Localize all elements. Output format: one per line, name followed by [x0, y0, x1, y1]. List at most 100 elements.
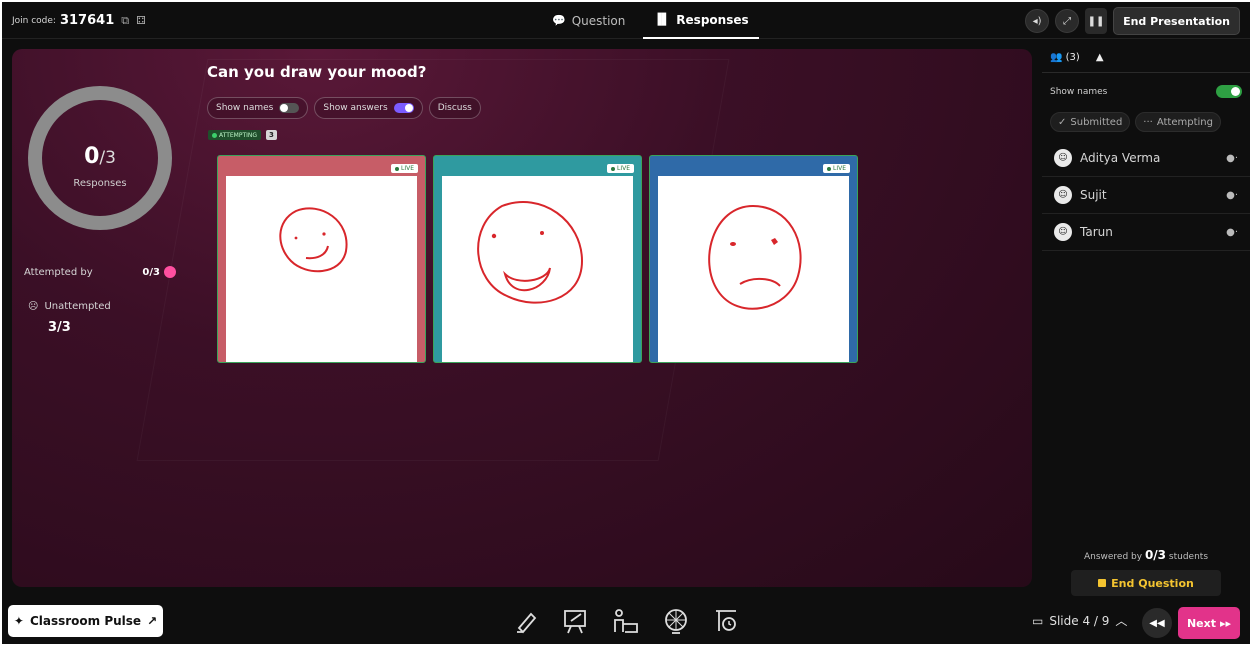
volume-icon: ◂)	[1032, 15, 1042, 27]
status-tags: ATTEMPTING 3	[208, 130, 277, 140]
student-row[interactable]: ☺ Aditya Verma ●·	[1042, 140, 1250, 177]
live-badge-label: LIVE	[616, 165, 630, 172]
whiteboard-tool[interactable]	[557, 605, 595, 637]
avatar: ☺	[1054, 223, 1072, 241]
sparkle-icon: ✦	[13, 614, 24, 628]
unattempted-value: 3/3	[48, 320, 71, 335]
classroom-pulse-label: Classroom Pulse	[29, 614, 142, 628]
tab-question-label: Question	[571, 13, 626, 28]
tab-responses-label: Responses	[676, 12, 749, 27]
join-code-value: 317641	[59, 13, 115, 28]
question-title: Can you draw your mood?	[207, 63, 427, 81]
response-options: Show names Show answers Discuss	[207, 97, 481, 119]
avatar: ☺	[1054, 186, 1072, 204]
attempted-label: Attempted by	[24, 266, 93, 278]
users-icon: 👥	[1050, 52, 1063, 63]
drawing-canvas	[226, 176, 417, 362]
students-panel: 👥 (3) ▲ Show names ✓ Submitted ··· Attempt…	[1042, 42, 1250, 600]
previous-slide-button[interactable]: ◀◀	[1142, 608, 1172, 638]
drawing-laughing-face	[477, 201, 584, 304]
join-code-area: Join code: 317641 ⧉ ⚃	[12, 13, 146, 28]
live-badge-label: LIVE	[832, 165, 846, 172]
next-slide-button[interactable]: Next ▸▸	[1178, 607, 1240, 639]
discuss-button[interactable]: Discuss	[428, 97, 481, 119]
responses-count: 0/3	[42, 144, 158, 169]
student-row[interactable]: ☺ Sujit ●·	[1042, 177, 1250, 214]
panel-show-names-toggle[interactable]	[1216, 85, 1242, 98]
chevron-up-icon: ︿	[1115, 614, 1128, 628]
classroom-pulse-button[interactable]: ✦ Classroom Pulse ↗	[8, 605, 163, 637]
student-name: Sujit	[1080, 188, 1107, 202]
presentation-controls: ◂) ⤢ ❚❚ End Presentation	[1025, 7, 1240, 35]
drawing-canvas	[658, 176, 849, 362]
attempted-indicator	[164, 266, 176, 278]
end-question-button[interactable]: End Question	[1071, 570, 1221, 596]
slide-label: Slide 4 / 9	[1049, 613, 1110, 628]
live-badge-label: LIVE	[400, 165, 414, 172]
fullscreen-button[interactable]: ⤢	[1055, 9, 1080, 33]
attempted-value: 0/3	[142, 266, 160, 278]
filter-submitted-label: Submitted	[1070, 116, 1123, 128]
answered-prefix: Answered by	[1083, 552, 1143, 562]
more-options-icon[interactable]: ●·	[1226, 153, 1238, 164]
annotate-tool[interactable]	[507, 605, 545, 637]
slide-indicator[interactable]: ▭ Slide 4 / 9 ︿	[1032, 612, 1127, 629]
filter-attempting[interactable]: ··· Attempting	[1135, 112, 1221, 132]
answered-value: 0/3	[1144, 548, 1167, 562]
student-row[interactable]: ☺ Tarun ●·	[1042, 214, 1250, 251]
response-card[interactable]: LIVE	[649, 155, 858, 363]
drawing-happy-face	[279, 207, 348, 273]
end-presentation-button[interactable]: End Presentation	[1113, 7, 1240, 35]
responses-total: /3	[99, 148, 116, 168]
student-name: Aditya Verma	[1080, 151, 1161, 165]
rewind-icon: ◀◀	[1149, 617, 1165, 629]
show-answers-switch[interactable]	[393, 103, 414, 113]
presenter-icon	[614, 609, 638, 633]
discuss-label: Discuss	[437, 103, 472, 113]
presenter-tools	[507, 605, 745, 637]
whiteboard-icon	[564, 610, 586, 634]
tab-question[interactable]: 💬 Question	[542, 2, 635, 39]
slides-icon: ▭	[1032, 613, 1044, 628]
filter-attempting-label: Attempting	[1156, 116, 1213, 128]
show-answers-toggle[interactable]: Show answers	[314, 97, 423, 119]
more-options-icon[interactable]: ●·	[1226, 227, 1238, 238]
attempted-by-row: Attempted by 0/3	[24, 266, 176, 278]
more-options-icon[interactable]: ●·	[1226, 190, 1238, 201]
students-count: (3)	[1065, 52, 1080, 63]
warning-icon[interactable]: ▲	[1096, 52, 1104, 63]
students-tab[interactable]: 👥 (3)	[1050, 52, 1080, 63]
students-panel-header: 👥 (3) ▲	[1050, 52, 1104, 63]
response-card[interactable]: LIVE	[433, 155, 642, 363]
volume-button[interactable]: ◂)	[1025, 9, 1050, 33]
live-badge: LIVE	[822, 164, 850, 173]
responses-label: Responses	[73, 178, 127, 189]
avatar: ☺	[1054, 149, 1072, 167]
spinner-tool[interactable]	[657, 605, 695, 637]
show-answers-label: Show answers	[323, 103, 388, 113]
filter-submitted[interactable]: ✓ Submitted	[1050, 112, 1131, 132]
raise-hand-tool[interactable]	[607, 605, 645, 637]
live-badge: LIVE	[606, 164, 634, 173]
chat-icon: 💬	[552, 14, 566, 27]
show-names-switch[interactable]	[279, 103, 300, 113]
show-names-label: Show names	[216, 103, 274, 113]
timer-tool[interactable]	[707, 605, 745, 637]
ellipsis-icon: ···	[1143, 116, 1153, 128]
tab-responses[interactable]: ▐▌ Responses	[643, 2, 759, 39]
show-names-toggle[interactable]: Show names	[207, 97, 309, 119]
response-card[interactable]: LIVE	[217, 155, 426, 363]
bar-chart-icon: ▐▌	[653, 13, 671, 26]
attempting-badge: ATTEMPTING	[208, 130, 262, 140]
attempting-count-badge: 3	[266, 130, 277, 140]
qr-code-icon[interactable]: ⚃	[136, 14, 146, 27]
pause-button[interactable]: ❚❚	[1085, 8, 1108, 34]
drawing-canvas	[442, 176, 633, 362]
view-tabs: 💬 Question ▐▌ Responses	[542, 2, 759, 39]
sad-face-icon: ☹	[28, 301, 39, 312]
responses-count-value: 0	[84, 144, 100, 169]
copy-icon[interactable]: ⧉	[121, 14, 129, 28]
divider	[1042, 72, 1250, 73]
highlighter-icon	[517, 612, 537, 634]
timer-icon	[716, 610, 736, 631]
